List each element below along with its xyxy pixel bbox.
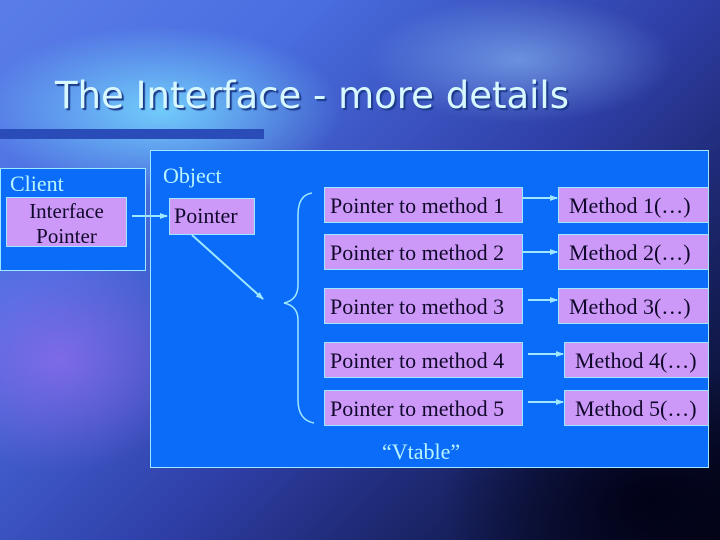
method-box: Method 1(…)	[558, 187, 709, 223]
method-text: Method 3(…)	[569, 294, 691, 319]
method-box: Method 4(…)	[564, 342, 709, 378]
method-box: Method 5(…)	[564, 390, 709, 426]
method-text: Method 4(…)	[575, 348, 697, 373]
object-pointer-box: Pointer	[169, 198, 255, 235]
title-underline-bar	[0, 129, 264, 139]
object-pointer-label: Pointer	[174, 203, 238, 228]
method-text: Method 1(…)	[569, 193, 691, 218]
vtable-pointer-entry: Pointer to method 4	[324, 342, 523, 378]
vtable-pointer-text: Pointer to method 1	[330, 193, 505, 218]
method-box: Method 2(…)	[558, 234, 709, 270]
interface-pointer-box: Interface Pointer	[6, 197, 127, 249]
vtable-pointer-entry: Pointer to method 2	[324, 234, 523, 270]
vtable-pointer-text: Pointer to method 3	[330, 294, 505, 319]
vtable-pointer-text: Pointer to method 5	[330, 396, 505, 421]
object-label: Object	[163, 163, 222, 188]
vtable-label: “Vtable”	[382, 439, 461, 464]
vtable-pointer-entry: Pointer to method 1	[324, 187, 523, 223]
interface-pointer-line1: Interface	[29, 199, 104, 223]
vtable-pointer-text: Pointer to method 4	[330, 348, 505, 373]
slide-title: The Interface - more details	[55, 74, 569, 117]
client-label: Client	[10, 171, 64, 196]
vtable-pointer-entry: Pointer to method 5	[324, 390, 523, 426]
vtable-pointer-text: Pointer to method 2	[330, 240, 505, 265]
method-box: Method 3(…)	[558, 288, 709, 324]
method-text: Method 2(…)	[569, 240, 691, 265]
method-text: Method 5(…)	[575, 396, 697, 421]
interface-pointer-line2: Pointer	[36, 224, 97, 249]
vtable-pointer-entry: Pointer to method 3	[324, 288, 523, 324]
